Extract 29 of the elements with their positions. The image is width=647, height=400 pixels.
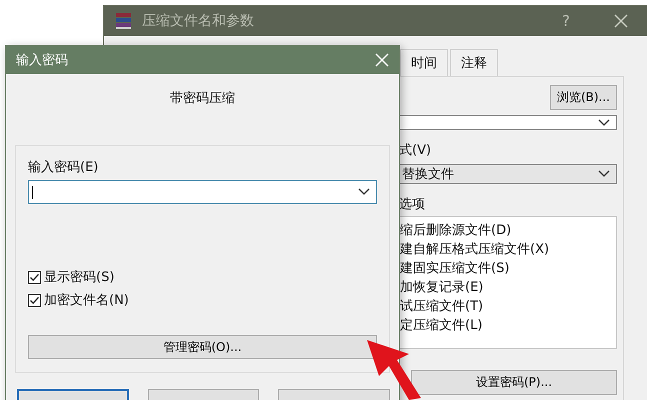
checkbox[interactable] [28, 294, 41, 306]
checkbox-label: 加密文件名(N) [44, 292, 129, 309]
option-item[interactable]: 建自解压格式压缩文件(X) [400, 240, 616, 258]
books-stack-icon [114, 11, 134, 31]
checkbox-label: 显示密码(S) [44, 269, 114, 286]
chevron-down-icon [358, 188, 370, 196]
chevron-down-icon [598, 170, 610, 178]
checkbox[interactable] [28, 270, 41, 284]
set-password-button[interactable]: 设置密码(P)... [411, 370, 617, 395]
dialog-title: 输入密码 [16, 52, 69, 69]
window-title: 压缩文件名和参数 [142, 12, 255, 30]
tab[interactable]: 时间 [400, 49, 448, 76]
option-item[interactable]: 定压缩文件(L) [400, 316, 616, 334]
option-item[interactable]: 加恢复记录(E) [400, 278, 616, 296]
option-item[interactable]: 缩后删除源文件(D) [400, 221, 616, 239]
manage-passwords-button[interactable]: 管理密码(O)... [28, 335, 377, 359]
update-mode-label: 式(V) [399, 142, 432, 159]
password-field[interactable] [28, 180, 377, 204]
update-mode-dropdown[interactable]: 替换文件 [399, 164, 617, 184]
dialog-heading: 带密码压缩 [170, 90, 235, 107]
tab[interactable]: 注释 [450, 49, 498, 76]
archive-name-field[interactable] [399, 115, 617, 130]
browse-button[interactable]: 浏览(B)... [550, 85, 617, 110]
chevron-down-icon [598, 118, 610, 126]
option-item[interactable]: 试压缩文件(T) [400, 297, 616, 315]
password-label: 输入密码(E) [28, 159, 100, 176]
options-label: 选项 [399, 196, 426, 213]
close-icon[interactable] [614, 14, 628, 28]
option-item[interactable]: 建固实压缩文件(S) [400, 259, 616, 277]
